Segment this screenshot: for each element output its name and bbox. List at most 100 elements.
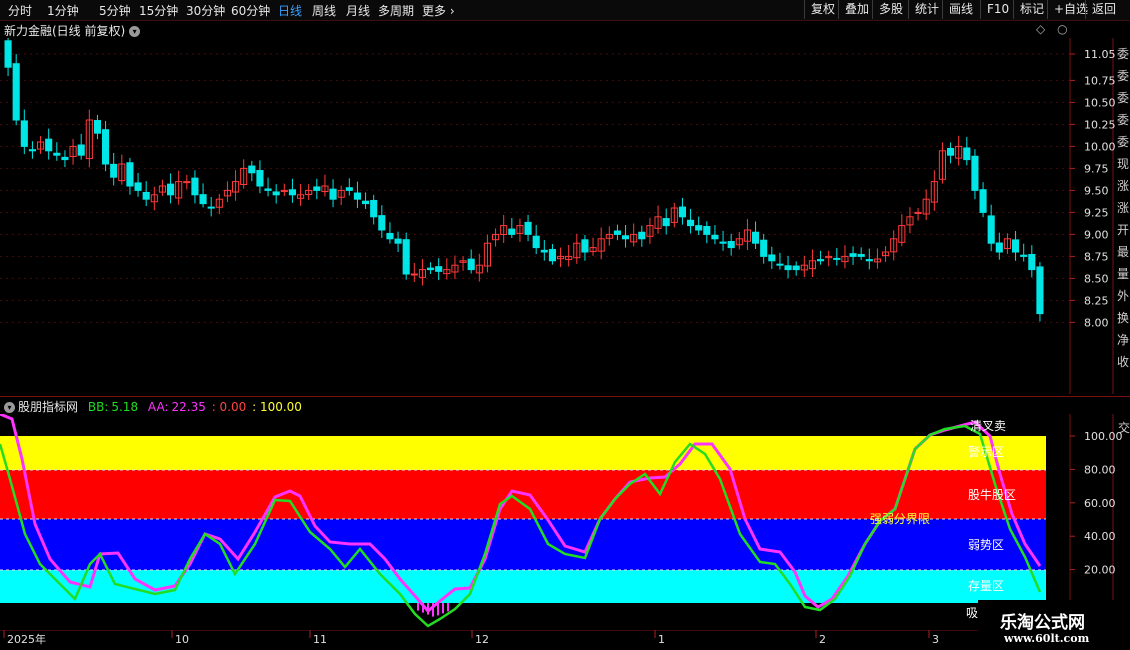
chevron-down-icon[interactable]: ▾ <box>129 26 141 37</box>
period-tab-daily[interactable]: 日线 <box>278 2 302 19</box>
candle-body <box>93 120 101 134</box>
diamond-icon[interactable]: ◇ <box>1036 22 1045 36</box>
aa-value: 22.35 <box>171 400 206 414</box>
price-ticks: 11.05 10.75 10.50 10.25 10.00 9.75 9.50 9.25 9.0… <box>1070 48 1116 329</box>
side-glyph: 现 <box>1117 157 1129 171</box>
candle-body <box>703 226 711 235</box>
f10-button[interactable]: F10 <box>980 0 1015 19</box>
candle-body <box>776 263 784 266</box>
indicator-chart[interactable]: 100.00 80.00 60.00 40.00 20.00 自交 清叉卖 警示区 股牛… <box>0 414 1130 630</box>
indicator-name[interactable]: 股朋指标网 <box>18 400 78 414</box>
candle-body <box>963 147 971 161</box>
candlestick-chart[interactable]: 11.05 10.75 10.50 10.25 10.00 9.75 9.50 9.25 9.0… <box>0 38 1130 394</box>
candle-body <box>199 194 207 205</box>
period-tab-15min[interactable]: 15分钟 <box>139 2 178 19</box>
candle-body <box>865 259 873 262</box>
candle-body <box>719 241 727 244</box>
candle-body <box>61 156 69 161</box>
candle-body <box>622 235 630 240</box>
side-glyph: 换 <box>1117 311 1129 325</box>
date-axis: 2025年 10 11 12 1 2 3 <box>0 630 1070 646</box>
price-grid <box>0 53 1070 323</box>
candle-body <box>752 231 760 244</box>
period-tab-fenshi[interactable]: 分时 <box>8 2 32 19</box>
candle-body <box>402 239 410 275</box>
candle-body <box>508 228 516 235</box>
candle-body <box>971 155 979 191</box>
statistics-button[interactable]: 统计 <box>908 0 945 19</box>
candle-body <box>792 265 800 271</box>
multi-stock-button[interactable]: 多股 <box>872 0 909 19</box>
candle-body <box>142 191 150 200</box>
price-tick-label: 10.75 <box>1084 74 1116 87</box>
period-tab-1min[interactable]: 1分钟 <box>47 2 79 19</box>
candle-body <box>264 188 272 191</box>
zone-yellow <box>0 436 1046 470</box>
zone-label-bull: 股牛股区 <box>968 487 1016 502</box>
period-tab-weekly[interactable]: 周线 <box>312 2 336 19</box>
back-button[interactable]: 返回 <box>1085 0 1122 19</box>
period-tab-monthly[interactable]: 月线 <box>346 2 370 19</box>
zone-label-store: 存量区 <box>968 579 1004 593</box>
side-glyph: 委 <box>1117 47 1129 61</box>
period-tab-multi[interactable]: 多周期 <box>378 2 414 19</box>
candle-body <box>410 273 418 276</box>
candle-body <box>687 219 695 227</box>
overlay-button[interactable]: 叠加 <box>838 0 875 19</box>
candle-body <box>353 192 361 200</box>
mark-button[interactable]: 标记 <box>1013 0 1050 19</box>
candle-body <box>987 215 995 244</box>
date-tick-label: 1 <box>658 633 665 646</box>
candle-body <box>272 191 280 196</box>
side-glyph: 最 <box>1117 245 1129 259</box>
side-glyph: 委 <box>1117 135 1129 149</box>
period-tab-30min[interactable]: 30分钟 <box>186 2 225 19</box>
period-tab-5min[interactable]: 5分钟 <box>99 2 131 19</box>
price-tick-label: 9.75 <box>1084 162 1109 175</box>
candle-body <box>191 177 199 196</box>
zone-label-weak: 弱势区 <box>968 538 1004 552</box>
chevron-down-icon[interactable]: ▾ <box>4 402 15 413</box>
side-glyph: 收 <box>1117 355 1129 369</box>
price-tick-label: 9.50 <box>1084 184 1109 197</box>
indicator-tick-label: 100.00 <box>1084 430 1123 443</box>
panel-divider <box>0 396 1130 397</box>
candle-body <box>979 189 987 213</box>
candle-body <box>1012 239 1020 253</box>
restore-rights-button[interactable]: 复权 <box>804 0 841 19</box>
date-tick-label: 3 <box>932 633 939 646</box>
zone-blue <box>0 519 1046 570</box>
candle-body <box>711 234 719 240</box>
draw-line-button[interactable]: 画线 <box>942 0 979 19</box>
chevron-right-icon: › <box>449 4 455 18</box>
side-glyph: 交 <box>1118 420 1130 435</box>
candle-body <box>102 129 110 165</box>
candle-body <box>77 144 85 156</box>
indicator-tick-label: 80.00 <box>1084 463 1116 476</box>
date-tick-label: 2 <box>819 633 826 646</box>
candle-body <box>394 238 402 244</box>
candle-body <box>28 149 36 152</box>
side-panel-glyphs: 委委委委委现涨涨开最量外换净收 <box>1117 47 1129 369</box>
candle-body <box>313 186 321 191</box>
candle-body <box>207 206 215 209</box>
period-tab-more[interactable]: 更多 › <box>422 2 455 19</box>
candle-body <box>662 218 670 227</box>
main-chart-title[interactable]: 新力金融(日线 前复权) ▾ <box>4 22 141 39</box>
candle-body <box>532 235 540 249</box>
candle-body <box>784 265 792 271</box>
candle-body <box>45 138 53 152</box>
period-tab-60min[interactable]: 60分钟 <box>231 2 270 19</box>
indicator-ticks: 100.00 80.00 60.00 40.00 20.00 <box>1070 430 1123 577</box>
candle-body <box>768 254 776 262</box>
candle-body <box>638 231 646 240</box>
candle-body <box>1028 253 1036 271</box>
candle-body <box>256 170 264 187</box>
zero-value: : 0.00 <box>211 400 247 414</box>
price-tick-label: 8.75 <box>1084 250 1109 263</box>
candle-body <box>378 215 386 231</box>
candle-body <box>467 258 475 271</box>
aa-label: AA: <box>147 400 169 414</box>
circle-icon[interactable]: ○ <box>1057 22 1067 36</box>
date-tick-label: 12 <box>475 633 489 646</box>
